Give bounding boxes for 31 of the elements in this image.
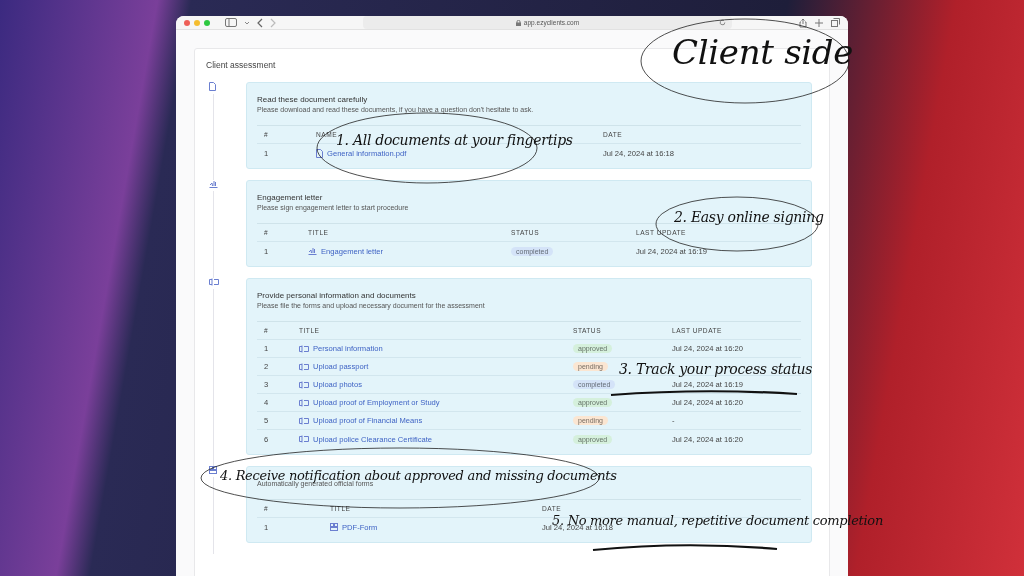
plus-icon[interactable] (815, 18, 823, 27)
document-icon (209, 82, 216, 91)
signature-icon (209, 180, 218, 188)
zoom-button[interactable] (204, 19, 210, 26)
form-icon (299, 435, 309, 443)
tabs-icon[interactable] (831, 18, 840, 27)
handwritten-note: 2. Easy online signing (674, 210, 824, 224)
section-title: Engagement letter (257, 193, 324, 203)
handwritten-note: 1. All documents at your fingertips (336, 133, 573, 147)
lock-icon (515, 19, 521, 26)
grid-icon (209, 466, 217, 474)
form-icon (299, 416, 309, 425)
form-icon (299, 344, 309, 353)
forward-icon[interactable] (270, 17, 276, 28)
form-icon (209, 278, 219, 286)
chevron-down-icon[interactable] (244, 20, 250, 25)
back-icon[interactable] (257, 17, 263, 28)
share-icon[interactable] (799, 17, 807, 28)
sidebar-icon[interactable] (225, 18, 237, 27)
section-title: Provide personal information and documents (257, 291, 417, 301)
form-icon (299, 380, 309, 389)
handwritten-note: 3. Track your process status (619, 362, 813, 376)
page-title: Client assessment (206, 60, 277, 70)
close-button[interactable] (184, 19, 190, 26)
grid-icon (330, 523, 338, 531)
section-title: Read these document carefully (257, 95, 369, 105)
document-icon (316, 148, 323, 158)
reload-icon[interactable] (719, 19, 726, 26)
form-icon (299, 398, 309, 407)
form-icon (299, 362, 309, 371)
signature-icon (308, 247, 317, 255)
